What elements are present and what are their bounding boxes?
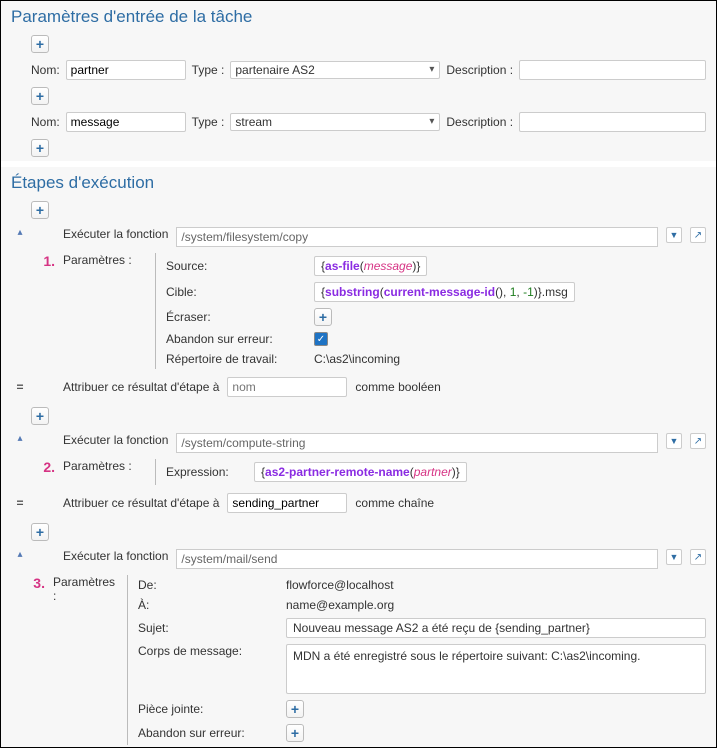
- add-input-bottom-button[interactable]: +: [31, 139, 49, 157]
- expr-source[interactable]: {as-file(message)}: [314, 256, 427, 276]
- label-type: Type :: [192, 63, 225, 77]
- label-nom: Nom:: [31, 63, 60, 77]
- input-sujet[interactable]: Nouveau message AS2 a été reçu de {sendi…: [286, 618, 706, 638]
- select-type-2[interactable]: stream: [230, 113, 440, 131]
- label-expression: Expression:: [166, 465, 246, 479]
- label-parametres-2: Paramètres :: [63, 459, 143, 473]
- collapse-icon-2[interactable]: ▴: [11, 433, 29, 444]
- function-path-input-1[interactable]: /system/filesystem/copy: [176, 227, 658, 247]
- label-repertoire: Répertoire de travail:: [166, 352, 306, 366]
- label-a: À:: [138, 598, 278, 612]
- result-name-input-2[interactable]: [227, 493, 347, 513]
- function-dropdown-icon-2[interactable]: ▼: [666, 433, 682, 449]
- label-ecraser: Écraser:: [166, 310, 306, 324]
- select-type-1[interactable]: partenaire AS2: [230, 61, 440, 79]
- label-cible: Cible:: [166, 285, 306, 299]
- label-executer: Exécuter la fonction: [63, 227, 168, 241]
- value-repertoire[interactable]: C:\as2\incoming: [314, 352, 400, 366]
- function-dropdown-icon-3[interactable]: ▼: [666, 549, 682, 565]
- equals-icon: =: [11, 380, 29, 394]
- label-source: Source:: [166, 259, 306, 273]
- add-input-top-button[interactable]: +: [31, 35, 49, 53]
- add-after-step2-button[interactable]: +: [31, 523, 49, 541]
- abandon-add-button-3[interactable]: +: [286, 724, 304, 742]
- label-abandon-3: Abandon sur erreur:: [138, 726, 278, 740]
- expr-expression[interactable]: {as2-partner-remote-name(partner)}: [254, 462, 467, 482]
- function-popout-icon[interactable]: ↗: [690, 227, 706, 243]
- function-popout-icon-3[interactable]: ↗: [690, 549, 706, 565]
- function-path-input-3[interactable]: /system/mail/send: [176, 549, 658, 569]
- label-executer-2: Exécuter la fonction: [63, 433, 168, 447]
- collapse-icon-3[interactable]: ▴: [11, 549, 29, 560]
- abandon-checkbox[interactable]: ✓: [314, 332, 328, 346]
- value-a[interactable]: name@example.org: [286, 598, 394, 612]
- textarea-corps[interactable]: MDN a été enregistré sous le répertoire …: [286, 644, 706, 694]
- add-input-middle-button[interactable]: +: [31, 87, 49, 105]
- step-number-3: 3.: [32, 575, 45, 591]
- label-de: De:: [138, 578, 278, 592]
- step-number-1: 1.: [37, 253, 55, 269]
- label-comme-chaine: comme chaîne: [355, 496, 434, 510]
- value-de[interactable]: flowforce@localhost: [286, 578, 394, 592]
- add-step-top-button[interactable]: +: [31, 201, 49, 219]
- input-name-1[interactable]: [66, 60, 186, 80]
- label-attribuer-1: Attribuer ce résultat d'étape à: [63, 380, 219, 394]
- function-path-input-2[interactable]: /system/compute-string: [176, 433, 658, 453]
- label-parametres: Paramètres :: [63, 253, 143, 267]
- input-name-2[interactable]: [66, 112, 186, 132]
- result-name-input-1[interactable]: [227, 377, 347, 397]
- label-piece: Pièce jointe:: [138, 702, 278, 716]
- label-executer-3: Exécuter la fonction: [63, 549, 168, 563]
- step-number-2: 2.: [37, 459, 55, 475]
- input-desc-2[interactable]: [519, 112, 706, 132]
- label-sujet: Sujet:: [138, 621, 278, 635]
- label-corps: Corps de message:: [138, 644, 278, 658]
- label-comme-bool: comme booléen: [355, 380, 440, 394]
- section-header-steps: Étapes d'exécution: [1, 167, 716, 197]
- function-popout-icon-2[interactable]: ↗: [690, 433, 706, 449]
- equals-icon-2: =: [11, 496, 29, 510]
- piece-add-button[interactable]: +: [286, 700, 304, 718]
- ecraser-add-button[interactable]: +: [314, 308, 332, 326]
- label-nom-2: Nom:: [31, 115, 60, 129]
- label-description-2: Description :: [446, 115, 513, 129]
- label-attribuer-2: Attribuer ce résultat d'étape à: [63, 496, 219, 510]
- function-dropdown-icon[interactable]: ▼: [666, 227, 682, 243]
- add-after-step1-button[interactable]: +: [31, 407, 49, 425]
- label-description: Description :: [446, 63, 513, 77]
- collapse-icon[interactable]: ▴: [11, 227, 29, 238]
- label-abandon: Abandon sur erreur:: [166, 332, 306, 346]
- expr-cible[interactable]: {substring(current-message-id(), 1, -1)}…: [314, 282, 575, 302]
- section-header-inputs: Paramètres d'entrée de la tâche: [1, 1, 716, 31]
- label-parametres-3: Paramètres :: [53, 575, 115, 603]
- input-desc-1[interactable]: [519, 60, 706, 80]
- label-type-2: Type :: [192, 115, 225, 129]
